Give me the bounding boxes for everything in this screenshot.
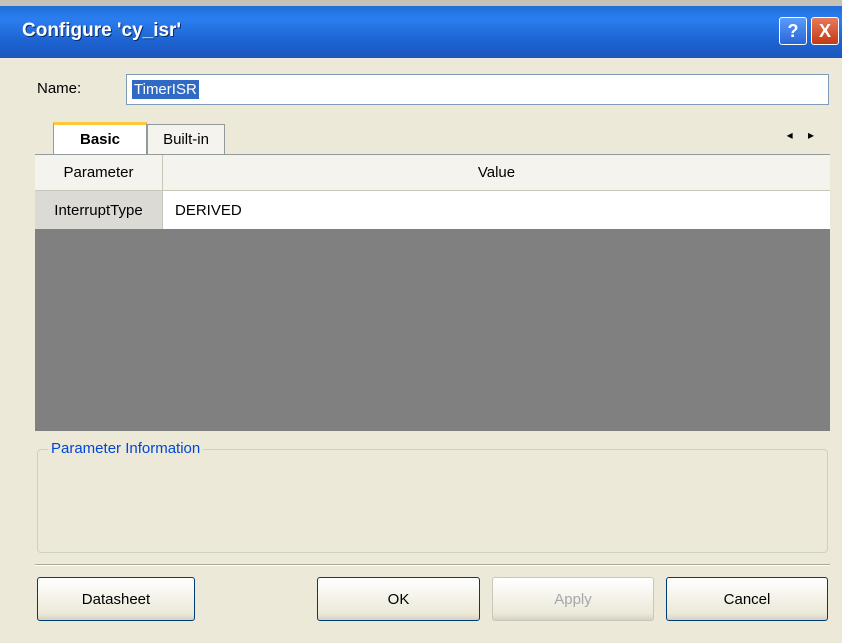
grid-header: Parameter Value bbox=[35, 155, 830, 191]
name-value[interactable]: TimerISR bbox=[132, 80, 199, 99]
parameter-info-legend: Parameter Information bbox=[48, 440, 204, 457]
parameter-info-box bbox=[37, 449, 828, 553]
name-input[interactable]: TimerISR bbox=[126, 74, 829, 105]
title-bar[interactable]: Configure 'cy_isr' ? X bbox=[0, 0, 842, 58]
tab-built-in-label: Built-in bbox=[163, 131, 209, 148]
divider bbox=[35, 564, 830, 566]
parameter-grid[interactable]: Parameter Value InterruptType DERIVED bbox=[35, 154, 830, 431]
cancel-button[interactable]: Cancel bbox=[666, 577, 828, 621]
cancel-button-label: Cancel bbox=[723, 590, 771, 608]
tab-strip: Basic Built-in ◂ ▸ bbox=[35, 122, 830, 154]
name-label: Name: bbox=[37, 80, 82, 97]
tab-built-in[interactable]: Built-in bbox=[147, 124, 225, 154]
apply-button[interactable]: Apply bbox=[492, 577, 654, 621]
help-icon: ? bbox=[787, 20, 799, 41]
tab-scroll-arrows-icon[interactable]: ◂ ▸ bbox=[787, 128, 820, 142]
datasheet-button-label: Datasheet bbox=[81, 590, 151, 608]
help-button[interactable]: ? bbox=[779, 17, 807, 45]
row-parameter-cell[interactable]: InterruptType bbox=[35, 191, 163, 229]
close-button[interactable]: X bbox=[811, 17, 839, 45]
tab-basic-label: Basic bbox=[79, 131, 121, 148]
apply-button-label: Apply bbox=[554, 590, 592, 608]
ok-button-label: OK bbox=[387, 590, 410, 608]
column-header-parameter[interactable]: Parameter bbox=[35, 155, 163, 190]
window-title: Configure 'cy_isr' bbox=[22, 20, 181, 41]
tab-basic[interactable]: Basic bbox=[53, 122, 147, 154]
datasheet-button[interactable]: Datasheet bbox=[37, 577, 195, 621]
row-value-cell[interactable]: DERIVED bbox=[175, 191, 242, 229]
column-header-value[interactable]: Value bbox=[163, 155, 830, 190]
close-icon: X bbox=[818, 20, 831, 41]
ok-button[interactable]: OK bbox=[317, 577, 480, 621]
table-row[interactable]: InterruptType DERIVED bbox=[35, 191, 830, 229]
